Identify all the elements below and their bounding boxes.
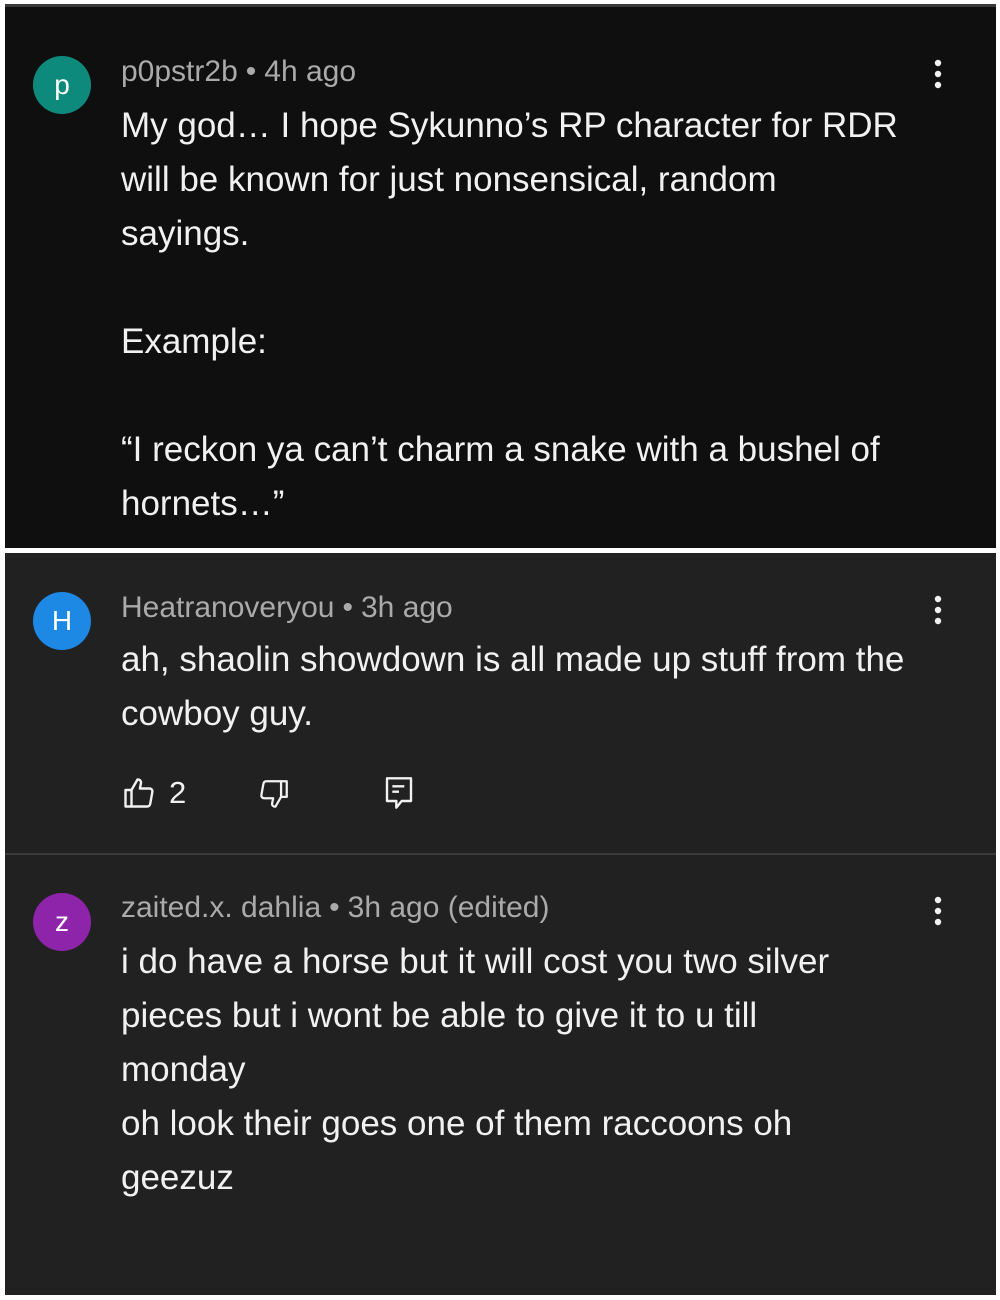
like-count: 2: [169, 775, 187, 810]
comment-panel-1: p p0pstr2b • 4h ago My god… I hope Sykunno…: [5, 4, 996, 548]
timestamp: 4h ago: [264, 55, 357, 88]
reply-button[interactable]: [383, 775, 415, 811]
comment-text: ah, shaolin showdown is all made up stuf…: [121, 633, 921, 741]
username[interactable]: p0pstr2b: [121, 55, 238, 88]
timestamp: 3h ago (edited): [347, 891, 550, 924]
username[interactable]: zaited.x. dahlia: [121, 891, 321, 924]
comment-paragraph: “I reckon ya can’t charm a snake with a …: [121, 430, 880, 523]
separator-dot: •: [342, 591, 353, 624]
comment-text: i do have a horse but it will cost you t…: [121, 935, 921, 1205]
comment-paragraph: i do have a horse but it will cost you t…: [121, 942, 830, 1089]
comment-text: My god… I hope Sykunno’s RP character fo…: [121, 99, 921, 531]
comment-meta: zaited.x. dahlia • 3h ago (edited): [121, 891, 549, 925]
more-vert-icon[interactable]: [923, 590, 953, 630]
comment-paragraph: oh look their goes one of them raccoons …: [121, 1104, 793, 1197]
avatar[interactable]: z: [33, 893, 91, 951]
dislike-button[interactable]: [257, 777, 291, 811]
more-vert-icon[interactable]: [923, 54, 953, 94]
comment-panel-2: H Heatranoveryou • 3h ago ah, shaolin show…: [5, 553, 996, 1295]
comment-paragraph: Example:: [121, 322, 267, 361]
timestamp: 3h ago: [360, 591, 453, 624]
separator-dot: •: [329, 891, 340, 924]
separator-dot: •: [245, 55, 257, 88]
thumbs-down-icon: [260, 780, 288, 808]
like-button[interactable]: 2: [121, 775, 186, 811]
comment-meta: p0pstr2b • 4h ago: [121, 55, 356, 89]
reply-icon: [385, 777, 413, 809]
thumbs-up-icon: [124, 778, 154, 808]
comment-divider: [5, 853, 996, 855]
avatar[interactable]: H: [33, 592, 91, 650]
avatar[interactable]: p: [33, 56, 91, 114]
comment-meta: Heatranoveryou • 3h ago: [121, 591, 453, 625]
comment-paragraph: My god… I hope Sykunno’s RP character fo…: [121, 106, 898, 253]
comment-paragraph: ah, shaolin showdown is all made up stuf…: [121, 640, 905, 733]
username[interactable]: Heatranoveryou: [121, 591, 334, 624]
more-vert-icon[interactable]: [923, 891, 953, 931]
